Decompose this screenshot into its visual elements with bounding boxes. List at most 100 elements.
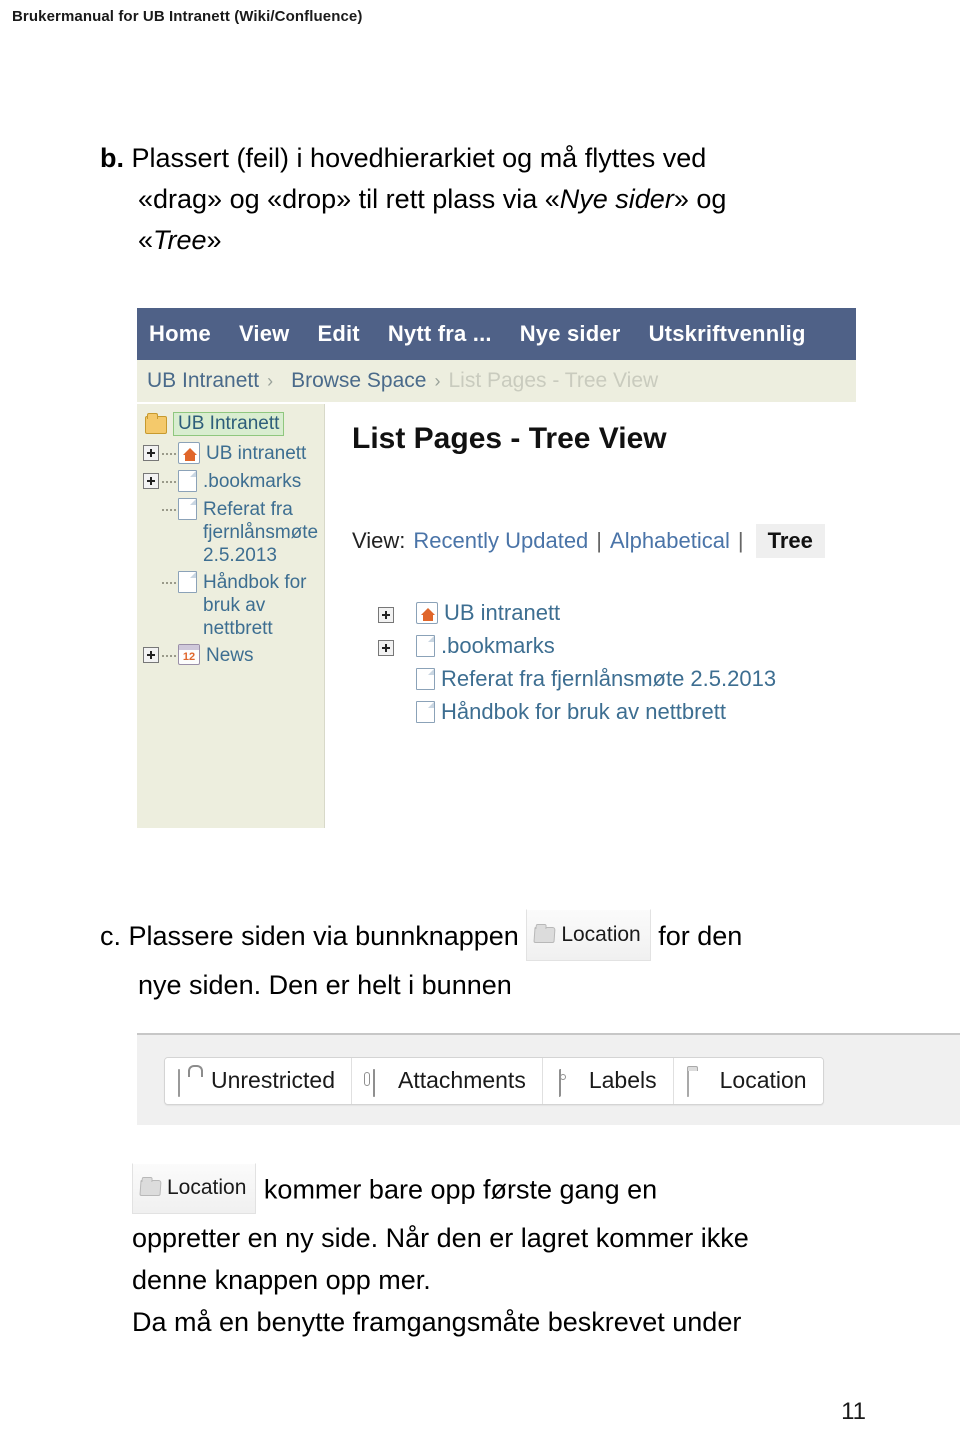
- tree-connector: [162, 582, 176, 584]
- expand-plus-icon[interactable]: [143, 473, 159, 489]
- section-b-marker: b.: [100, 143, 124, 173]
- unrestricted-button-label: Unrestricted: [211, 1067, 335, 1093]
- page-button-bar: Unrestricted Attachments Labels Location: [164, 1057, 824, 1105]
- section-b-line3-close: »: [206, 225, 222, 255]
- section-b-line3-open: «: [138, 225, 154, 255]
- section-c-marker: c.: [100, 921, 122, 952]
- expand-plus-icon[interactable]: [378, 639, 394, 656]
- view-label: View:: [352, 528, 406, 553]
- page-icon: [178, 470, 197, 492]
- section-d-paragraph: Location kommer bare opp første gang en …: [132, 1163, 932, 1343]
- page-tree: UB intranett .bookmarks Referat fra fjer…: [378, 600, 856, 725]
- nav-item-nye-sider[interactable]: Nye sider: [520, 321, 621, 347]
- page-icon: [178, 571, 197, 593]
- location-button-inline-d[interactable]: Location: [132, 1163, 257, 1214]
- tree-connector: [162, 453, 176, 455]
- sidebar-item-referat[interactable]: Referat fra fjernlånsmøte 2.5.2013: [143, 498, 324, 567]
- view-separator-2: |: [737, 528, 744, 553]
- calendar-icon-number: 12: [182, 651, 196, 663]
- section-b-line3-italic: Tree: [153, 225, 207, 255]
- location-button-inline-c[interactable]: Location: [526, 909, 651, 961]
- breadcrumb-current: List Pages - Tree View: [448, 369, 659, 392]
- chevron-right-icon-2: ›: [434, 370, 441, 391]
- sidebar-root-node[interactable]: UB Intranett: [145, 412, 324, 436]
- breadcrumb-root[interactable]: UB Intranett: [147, 369, 259, 393]
- view-tree[interactable]: Tree: [755, 524, 825, 558]
- labels-button-label: Labels: [588, 1067, 657, 1093]
- section-d-line2: oppretter en ny side. Når den er lagret …: [132, 1223, 749, 1253]
- page-title: List Pages - Tree View: [352, 422, 667, 455]
- folder-icon: [139, 1180, 162, 1196]
- confluence-nav-bar: Home View Edit Nytt fra ... Nye sider Ut…: [137, 308, 856, 360]
- section-d-line4: Da må en benytte framgangsmåte beskrevet…: [132, 1307, 742, 1337]
- section-d-line1: kommer bare opp første gang en: [263, 1174, 658, 1205]
- location-button-label: Location: [167, 1176, 247, 1199]
- view-switcher: View: Recently Updated | Alphabetical | …: [352, 524, 856, 558]
- tree-item-label: Referat fra fjernlånsmøte 2.5.2013: [441, 666, 777, 691]
- page-buttonbar-screenshot: Unrestricted Attachments Labels Location: [137, 1033, 960, 1125]
- sidebar-item-ub-intranett[interactable]: UB intranett: [143, 442, 324, 466]
- breadcrumb: UB Intranett › Browse Space › List Pages…: [137, 360, 856, 402]
- section-b-line2: «drag» og «drop» til rett plass via «Nye…: [100, 179, 860, 220]
- tree-connector: [162, 509, 176, 511]
- nav-item-nytt-fra[interactable]: Nytt fra ...: [388, 321, 492, 347]
- tree-item-ub-intranett[interactable]: UB intranett: [378, 600, 856, 626]
- sidebar-item-handbok[interactable]: Håndbok for bruk av nettbrett: [143, 571, 324, 640]
- sidebar-item-label: .bookmarks: [203, 471, 302, 492]
- home-page-icon: [416, 602, 438, 624]
- chevron-right-icon: ›: [267, 370, 274, 391]
- nav-item-home[interactable]: Home: [149, 321, 211, 347]
- tree-item-label: .bookmarks: [441, 633, 555, 658]
- tree-connector: [162, 655, 176, 657]
- folder-icon: [145, 413, 167, 434]
- page-icon: [178, 498, 197, 520]
- page-icon: [416, 701, 435, 723]
- sidebar-item-label: News: [206, 645, 254, 666]
- tree-item-handbok[interactable]: Håndbok for bruk av nettbrett: [378, 699, 856, 725]
- folder-icon: [533, 926, 556, 943]
- page-main-panel: List Pages - Tree View View: Recently Up…: [326, 404, 856, 828]
- nav-item-utskriftvennlig[interactable]: Utskriftvennlig: [649, 321, 806, 347]
- section-b-line2-pre: «drag» og «drop» til rett plass via «: [138, 184, 560, 214]
- view-alphabetical[interactable]: Alphabetical: [610, 528, 730, 554]
- breadcrumb-browse-space[interactable]: Browse Space: [291, 369, 426, 393]
- sidebar-item-label: UB intranett: [206, 443, 307, 464]
- page-icon: [416, 668, 435, 690]
- expand-plus-icon[interactable]: [143, 445, 159, 461]
- section-b-line2-post: » og: [673, 184, 727, 214]
- tree-connector: [162, 481, 176, 483]
- nav-item-view[interactable]: View: [239, 321, 290, 347]
- expand-plus-icon[interactable]: [378, 606, 394, 623]
- document-running-header: Brukermanual for UB Intranett (Wiki/Conf…: [12, 8, 363, 25]
- attachments-button[interactable]: Attachments: [351, 1058, 543, 1104]
- attachments-button-label: Attachments: [397, 1067, 526, 1093]
- sidebar-item-label: Håndbok for bruk av nettbrett: [203, 572, 307, 639]
- tree-item-bookmarks[interactable]: .bookmarks: [378, 633, 856, 659]
- location-button-label: Location: [719, 1067, 807, 1093]
- tree-item-label: UB intranett: [444, 600, 561, 625]
- section-c-line1-post: for den: [658, 921, 743, 952]
- expand-plus-icon[interactable]: [143, 647, 159, 663]
- tree-item-referat[interactable]: Referat fra fjernlånsmøte 2.5.2013: [378, 666, 856, 692]
- section-d-line3: denne knappen opp mer.: [132, 1265, 431, 1295]
- section-b-paragraph: b. Plassert (feil) i hovedhierarkiet og …: [100, 138, 860, 261]
- page-icon: [416, 635, 435, 657]
- view-separator: |: [596, 528, 603, 553]
- page-number: 11: [841, 1398, 866, 1425]
- section-b-line2-italic: Nye sider: [559, 184, 674, 214]
- location-button[interactable]: Location: [673, 1058, 823, 1104]
- nav-item-edit[interactable]: Edit: [317, 321, 359, 347]
- section-c-paragraph: c. Plassere siden via bunnknappen Locati…: [100, 909, 880, 1007]
- sidebar-item-news[interactable]: 12 News: [143, 644, 324, 668]
- folder-icon: [686, 1068, 689, 1097]
- sidebar-item-label: Referat fra fjernlånsmøte 2.5.2013: [203, 499, 319, 566]
- labels-button[interactable]: Labels: [542, 1058, 674, 1104]
- unrestricted-button[interactable]: Unrestricted: [165, 1058, 352, 1104]
- sidebar-item-bookmarks[interactable]: .bookmarks: [143, 470, 324, 494]
- sidebar-page-tree: UB Intranett UB intranett .bookmarks Ref…: [137, 404, 325, 828]
- tree-item-label: Håndbok for bruk av nettbrett: [441, 699, 726, 724]
- view-recently-updated[interactable]: Recently Updated: [413, 528, 588, 554]
